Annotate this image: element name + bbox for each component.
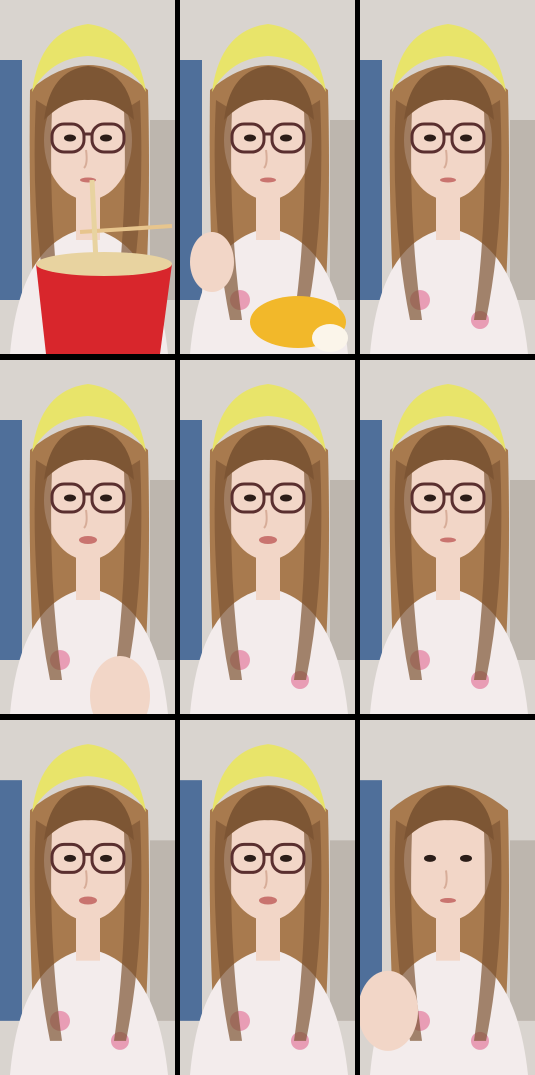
right-eye — [100, 494, 112, 502]
left-eye — [424, 494, 436, 502]
sticky-rice — [312, 324, 348, 352]
shelf-shadow — [330, 840, 355, 1021]
panel-illustration — [0, 720, 175, 1075]
blue-door — [0, 60, 22, 300]
right-eye — [280, 494, 292, 502]
panel-2-eating-mango — [180, 0, 355, 354]
panel-illustration — [180, 360, 355, 714]
left-eye — [64, 854, 76, 862]
hand — [360, 970, 418, 1051]
panel-illustration — [360, 0, 535, 354]
noodles — [36, 252, 172, 276]
shelf-shadow — [330, 480, 355, 660]
shelf-shadow — [330, 120, 355, 300]
left-eye — [244, 854, 256, 862]
left-eye — [424, 854, 436, 862]
mouth — [440, 537, 456, 543]
panel-illustration — [180, 720, 355, 1075]
panel-1-eating-noodles — [0, 0, 175, 354]
blue-door — [360, 60, 382, 300]
shelf-shadow — [510, 120, 535, 300]
shelf-shadow — [510, 840, 535, 1021]
right-eye — [280, 854, 292, 862]
panel-4-talking — [0, 360, 175, 714]
left-eye — [64, 134, 76, 142]
right-eye — [460, 854, 472, 862]
mouth — [260, 177, 276, 183]
left-eye — [424, 134, 436, 142]
panel-3-portrait — [360, 0, 535, 354]
shelf-shadow — [150, 480, 175, 660]
blue-door — [360, 420, 382, 660]
panel-illustration — [180, 0, 355, 354]
panel-7-talking — [0, 720, 175, 1075]
panel-illustration — [0, 360, 175, 714]
mouth — [79, 896, 97, 905]
left-eye — [244, 134, 256, 142]
right-eye — [100, 854, 112, 862]
left-eye — [244, 494, 256, 502]
mouth — [440, 177, 456, 183]
photo-collage-grid — [0, 0, 535, 1075]
panel-9-no-glasses — [360, 720, 535, 1075]
blue-door — [180, 780, 202, 1021]
right-eye — [100, 134, 112, 142]
mouth — [259, 896, 277, 905]
panel-illustration — [360, 720, 535, 1075]
blue-door — [0, 420, 22, 660]
right-eye — [460, 134, 472, 142]
shelf-shadow — [150, 840, 175, 1021]
panel-6-portrait — [360, 360, 535, 714]
blue-door — [180, 420, 202, 660]
red-noodle-cup — [36, 264, 172, 354]
mouth — [259, 536, 277, 544]
mouth — [79, 536, 97, 544]
left-eye — [64, 494, 76, 502]
shelf-shadow — [510, 480, 535, 660]
panel-5-talking — [180, 360, 355, 714]
panel-8-talking — [180, 720, 355, 1075]
blue-door — [0, 780, 22, 1021]
mouth — [440, 898, 456, 904]
right-eye — [460, 494, 472, 502]
right-eye — [280, 134, 292, 142]
hand — [190, 232, 234, 292]
panel-illustration — [0, 0, 175, 354]
panel-illustration — [360, 360, 535, 714]
